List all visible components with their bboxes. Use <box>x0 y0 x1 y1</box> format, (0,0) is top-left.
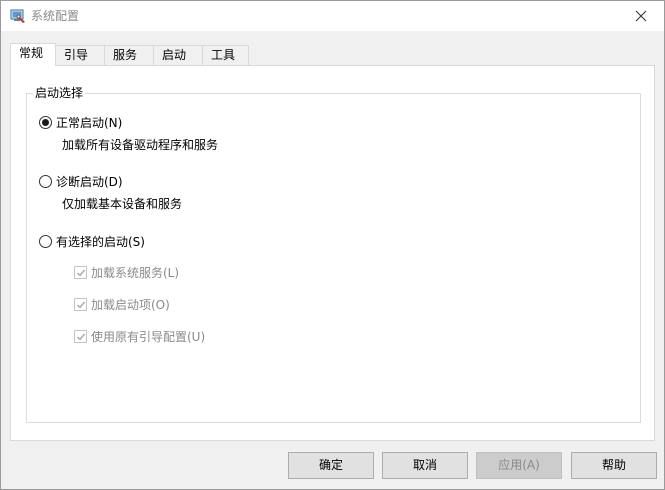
radio-selected-dot <box>42 119 49 126</box>
tab-label: 启动 <box>162 48 187 62</box>
close-icon <box>635 10 647 22</box>
tab-startup[interactable]: 启动 <box>153 45 203 65</box>
radio-label: 正常启动(N) <box>56 116 123 130</box>
msconfig-icon <box>10 8 26 24</box>
tab-label: 常规 <box>19 46 44 60</box>
checkmark-icon <box>77 269 86 277</box>
checkmark-icon <box>77 301 86 309</box>
tab-label: 服务 <box>113 48 138 62</box>
cancel-button[interactable]: 取消 <box>382 452 468 479</box>
title-bar[interactable]: 系统配置 <box>1 1 664 31</box>
checkbox[interactable] <box>74 266 87 279</box>
checkbox-label: 使用原有引导配置(U) <box>91 330 206 344</box>
close-button[interactable] <box>618 1 664 31</box>
checkbox-label: 加载启动项(O) <box>91 298 170 312</box>
tab-services[interactable]: 服务 <box>104 45 154 65</box>
general-tab-panel: 启动选择 正常启动(N) 加载所有设备驱动程序和服务 诊断启动(D) 仅加载基本… <box>10 65 655 441</box>
checkbox[interactable] <box>74 330 87 343</box>
tab-tools[interactable]: 工具 <box>202 45 249 65</box>
checkmark-icon <box>77 333 86 341</box>
radio-button[interactable] <box>39 235 52 248</box>
window-title: 系统配置 <box>31 9 80 23</box>
help-button[interactable]: 帮助 <box>571 452 657 479</box>
system-configuration-window: 系统配置 常规 引导 服务 启动 工具 启动选择 正常启动(N) 加载所有设备驱… <box>0 0 665 490</box>
startup-selection-group: 启动选择 正常启动(N) 加载所有设备驱动程序和服务 诊断启动(D) 仅加载基本… <box>26 85 641 423</box>
radio-label: 诊断启动(D) <box>56 175 123 189</box>
radio-button[interactable] <box>39 175 52 188</box>
radio-label: 有选择的启动(S) <box>56 235 145 249</box>
tab-boot[interactable]: 引导 <box>55 45 105 65</box>
tab-general[interactable]: 常规 <box>10 43 56 66</box>
radio-button[interactable] <box>39 116 52 129</box>
ok-button[interactable]: 确定 <box>288 452 374 479</box>
normal-startup-description: 加载所有设备驱动程序和服务 <box>62 138 219 152</box>
checkbox-label: 加载系统服务(L) <box>91 266 180 280</box>
group-label: 启动选择 <box>33 85 86 101</box>
tab-label: 工具 <box>211 48 236 62</box>
apply-button[interactable]: 应用(A) <box>476 452 562 479</box>
tab-label: 引导 <box>64 48 89 62</box>
checkbox[interactable] <box>74 298 87 311</box>
diagnostic-startup-description: 仅加载基本设备和服务 <box>62 197 183 211</box>
